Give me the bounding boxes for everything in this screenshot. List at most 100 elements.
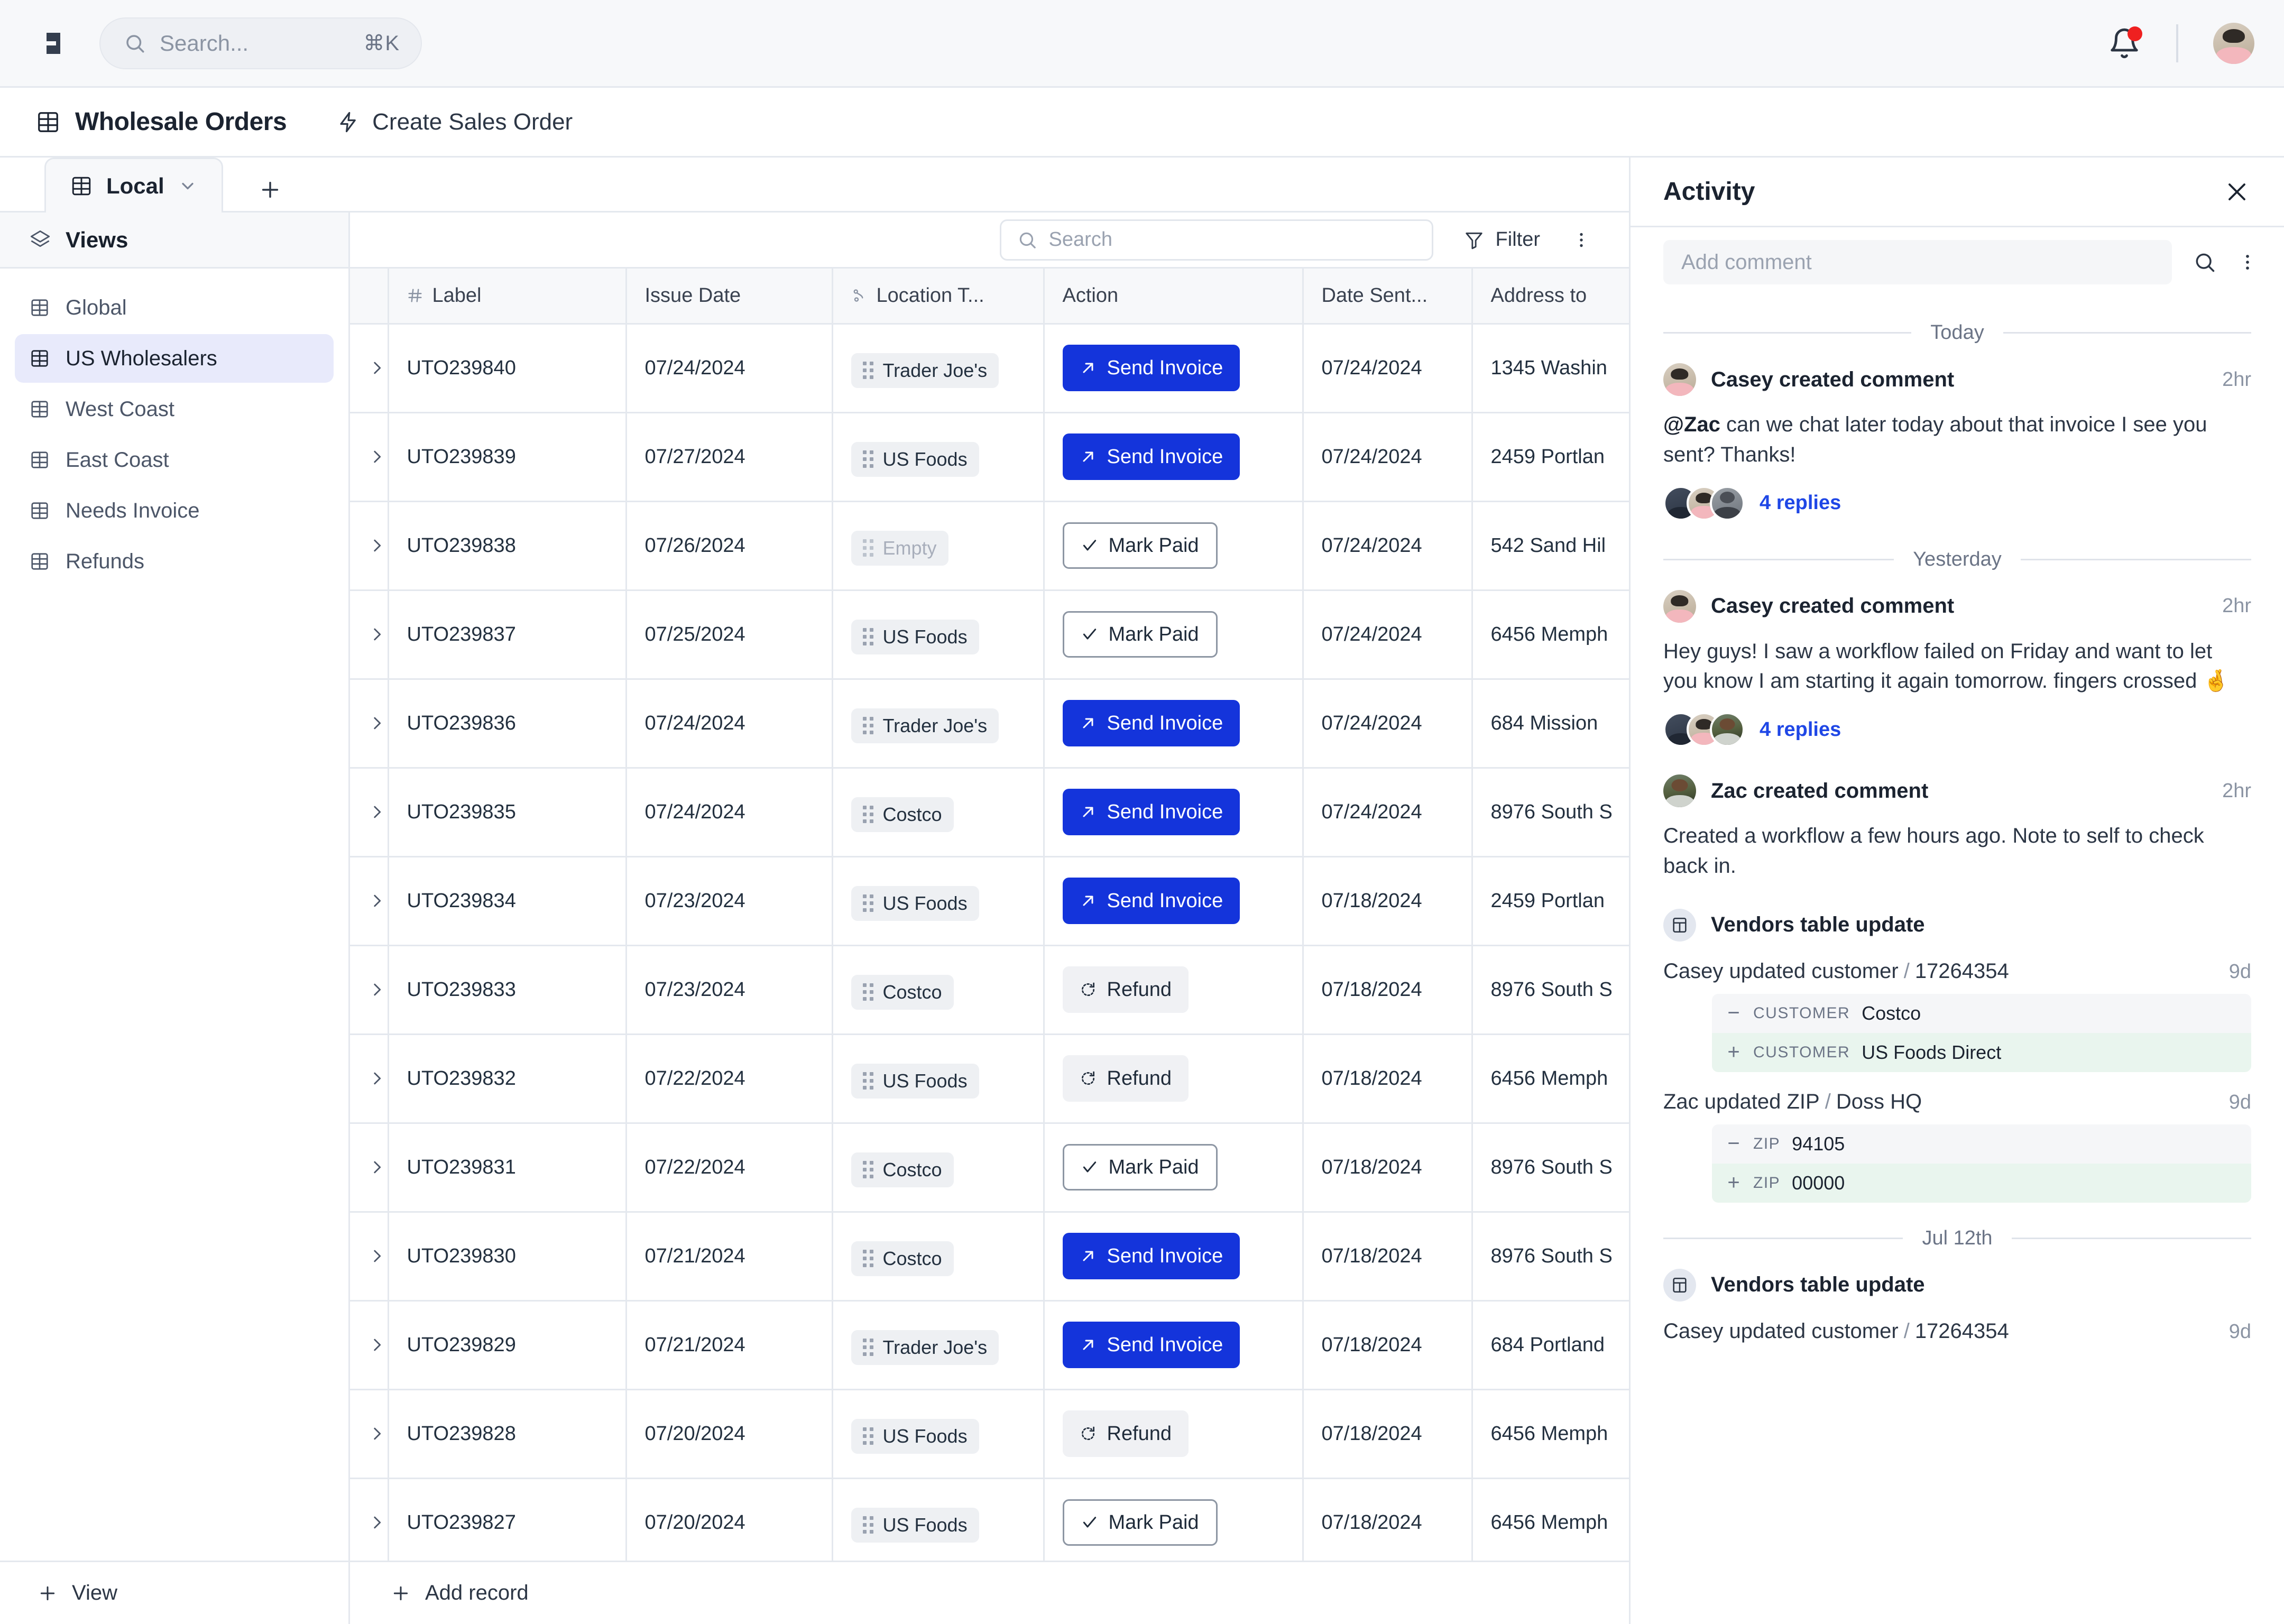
column-header-label[interactable]: Label xyxy=(388,269,627,325)
cell-issue-date[interactable]: 07/23/2024 xyxy=(626,856,833,946)
cell-address[interactable]: 8976 South S xyxy=(1472,1212,1629,1302)
cell-location[interactable]: Trader Joe's xyxy=(832,1300,1045,1390)
add-record-button[interactable]: Add record xyxy=(350,1561,1629,1624)
cell-action[interactable]: Send Invoice xyxy=(1044,1300,1304,1390)
send-invoice-button[interactable]: Send Invoice xyxy=(1062,789,1240,835)
cell-address[interactable]: 1345 Washin xyxy=(1472,324,1629,413)
activity-system-update[interactable]: Vendors table update Casey updated custom… xyxy=(1663,908,2251,1203)
grid-scroll-region[interactable]: Label Issue Date Location T... Action Da… xyxy=(350,269,1629,1561)
cell-action[interactable]: Mark Paid xyxy=(1044,590,1304,680)
cell-action[interactable]: Send Invoice xyxy=(1044,679,1304,769)
activity-search-button[interactable] xyxy=(2193,251,2216,274)
add-view-button[interactable]: View xyxy=(0,1561,348,1624)
location-chip[interactable]: Costco xyxy=(851,1152,954,1187)
cell-date-sent[interactable]: 07/24/2024 xyxy=(1303,324,1473,413)
cell-location[interactable]: US Foods xyxy=(832,412,1045,502)
row-expand-button[interactable] xyxy=(350,412,389,502)
search-input[interactable]: Search xyxy=(999,219,1433,261)
row-expand-button[interactable] xyxy=(350,1478,389,1561)
column-header-issue-date[interactable]: Issue Date xyxy=(626,269,833,325)
cell-address[interactable]: 542 Sand Hil xyxy=(1472,501,1629,591)
mark-paid-button[interactable]: Mark Paid xyxy=(1062,1144,1218,1191)
cell-label[interactable]: UTO239840 xyxy=(388,324,627,413)
page-title[interactable]: Wholesale Orders xyxy=(36,107,287,136)
cell-date-sent[interactable]: 07/24/2024 xyxy=(1303,679,1473,769)
cell-issue-date[interactable]: 07/25/2024 xyxy=(626,590,833,680)
sidebar-item-us-wholesalers[interactable]: US Wholesalers xyxy=(15,334,334,383)
cell-label[interactable]: UTO239839 xyxy=(388,412,627,502)
table-row[interactable]: UTO239829 07/21/2024 Trader Joe's Send Invo… xyxy=(350,1300,1629,1390)
cell-date-sent[interactable]: 07/18/2024 xyxy=(1303,945,1473,1035)
send-invoice-button[interactable]: Send Invoice xyxy=(1062,700,1240,746)
cell-issue-date[interactable]: 07/24/2024 xyxy=(626,679,833,769)
cell-label[interactable]: UTO239834 xyxy=(388,856,627,946)
cell-issue-date[interactable]: 07/27/2024 xyxy=(626,412,833,502)
mark-paid-button[interactable]: Mark Paid xyxy=(1062,522,1218,569)
table-row[interactable]: UTO239840 07/24/2024 Trader Joe's Send Invo… xyxy=(350,324,1629,413)
cell-label[interactable]: UTO239838 xyxy=(388,501,627,591)
cell-location[interactable]: US Foods xyxy=(832,1478,1045,1561)
row-expand-button[interactable] xyxy=(350,1034,389,1124)
cell-address[interactable]: 6456 Memph xyxy=(1472,1478,1629,1561)
location-chip[interactable]: Trader Joe's xyxy=(851,708,999,743)
cell-address[interactable]: 8976 South S xyxy=(1472,1123,1629,1213)
chevron-down-icon[interactable] xyxy=(178,177,197,196)
row-expand-button[interactable] xyxy=(350,324,389,413)
cell-date-sent[interactable]: 07/18/2024 xyxy=(1303,1300,1473,1390)
cell-issue-date[interactable]: 07/23/2024 xyxy=(626,945,833,1035)
table-row[interactable]: UTO239827 07/20/2024 US Foods Mark Paid 07/1… xyxy=(350,1478,1629,1561)
sidebar-item-refunds[interactable]: Refunds xyxy=(15,537,334,586)
table-row[interactable]: UTO239838 07/26/2024 Empty Mark Paid 07/24/2… xyxy=(350,501,1629,591)
cell-date-sent[interactable]: 07/18/2024 xyxy=(1303,1212,1473,1302)
sidebar-item-west-coast[interactable]: West Coast xyxy=(15,385,334,433)
cell-location[interactable]: US Foods xyxy=(832,590,1045,680)
cell-address[interactable]: 6456 Memph xyxy=(1472,1034,1629,1124)
cell-location[interactable]: Empty xyxy=(832,501,1045,591)
cell-address[interactable]: 8976 South S xyxy=(1472,945,1629,1035)
column-header-location[interactable]: Location T... xyxy=(832,269,1045,325)
cell-location[interactable]: Costco xyxy=(832,945,1045,1035)
cell-location[interactable]: Trader Joe's xyxy=(832,324,1045,413)
cell-action[interactable]: Send Invoice xyxy=(1044,1212,1304,1302)
cell-date-sent[interactable]: 07/18/2024 xyxy=(1303,1389,1473,1479)
replies-link[interactable]: 4 replies xyxy=(1760,492,1841,514)
cell-location[interactable]: US Foods xyxy=(832,1389,1045,1479)
table-row[interactable]: UTO239833 07/23/2024 Costco Refund 07/18/202… xyxy=(350,945,1629,1035)
column-header-date-sent[interactable]: Date Sent... xyxy=(1303,269,1473,325)
cell-address[interactable]: 2459 Portlan xyxy=(1472,856,1629,946)
row-expand-button[interactable] xyxy=(350,1123,389,1213)
cell-label[interactable]: UTO239837 xyxy=(388,590,627,680)
cell-issue-date[interactable]: 07/20/2024 xyxy=(626,1478,833,1561)
row-expand-button[interactable] xyxy=(350,1300,389,1390)
cell-address[interactable]: 2459 Portlan xyxy=(1472,412,1629,502)
table-row[interactable]: UTO239832 07/22/2024 US Foods Refund 07/18/2… xyxy=(350,1034,1629,1124)
cell-date-sent[interactable]: 07/18/2024 xyxy=(1303,1478,1473,1561)
table-row[interactable]: UTO239839 07/27/2024 US Foods Send Invoice 0… xyxy=(350,412,1629,502)
cell-action[interactable]: Send Invoice xyxy=(1044,768,1304,857)
cell-action[interactable]: Mark Paid xyxy=(1044,1478,1304,1561)
cell-label[interactable]: UTO239836 xyxy=(388,679,627,769)
cell-date-sent[interactable]: 07/18/2024 xyxy=(1303,1034,1473,1124)
cell-action[interactable]: Send Invoice xyxy=(1044,324,1304,413)
cell-label[interactable]: UTO239827 xyxy=(388,1478,627,1561)
cell-location[interactable]: Trader Joe's xyxy=(832,679,1045,769)
cell-action[interactable]: Mark Paid xyxy=(1044,1123,1304,1213)
cell-date-sent[interactable]: 07/24/2024 xyxy=(1303,768,1473,857)
change-row[interactable]: Casey updated customer/17264354 9d xyxy=(1663,959,2251,983)
cell-issue-date[interactable]: 07/24/2024 xyxy=(626,324,833,413)
activity-comment[interactable]: Casey created comment 2hr Hey guys! I saw … xyxy=(1663,589,2251,748)
cell-action[interactable]: Send Invoice xyxy=(1044,412,1304,502)
cell-action[interactable]: Refund xyxy=(1044,1034,1304,1124)
doss-logo-icon[interactable] xyxy=(42,29,72,58)
cell-issue-date[interactable]: 07/22/2024 xyxy=(626,1123,833,1213)
row-expand-button[interactable] xyxy=(350,1212,389,1302)
cell-issue-date[interactable]: 07/24/2024 xyxy=(626,768,833,857)
cell-label[interactable]: UTO239828 xyxy=(388,1389,627,1479)
cell-issue-date[interactable]: 07/21/2024 xyxy=(626,1212,833,1302)
tab-local[interactable]: Local xyxy=(44,158,223,213)
sidebar-item-global[interactable]: Global xyxy=(15,283,334,332)
cell-address[interactable]: 6456 Memph xyxy=(1472,590,1629,680)
avatar[interactable] xyxy=(1663,363,1696,396)
notifications-button[interactable] xyxy=(2102,21,2147,66)
column-header-action[interactable]: Action xyxy=(1044,269,1304,325)
